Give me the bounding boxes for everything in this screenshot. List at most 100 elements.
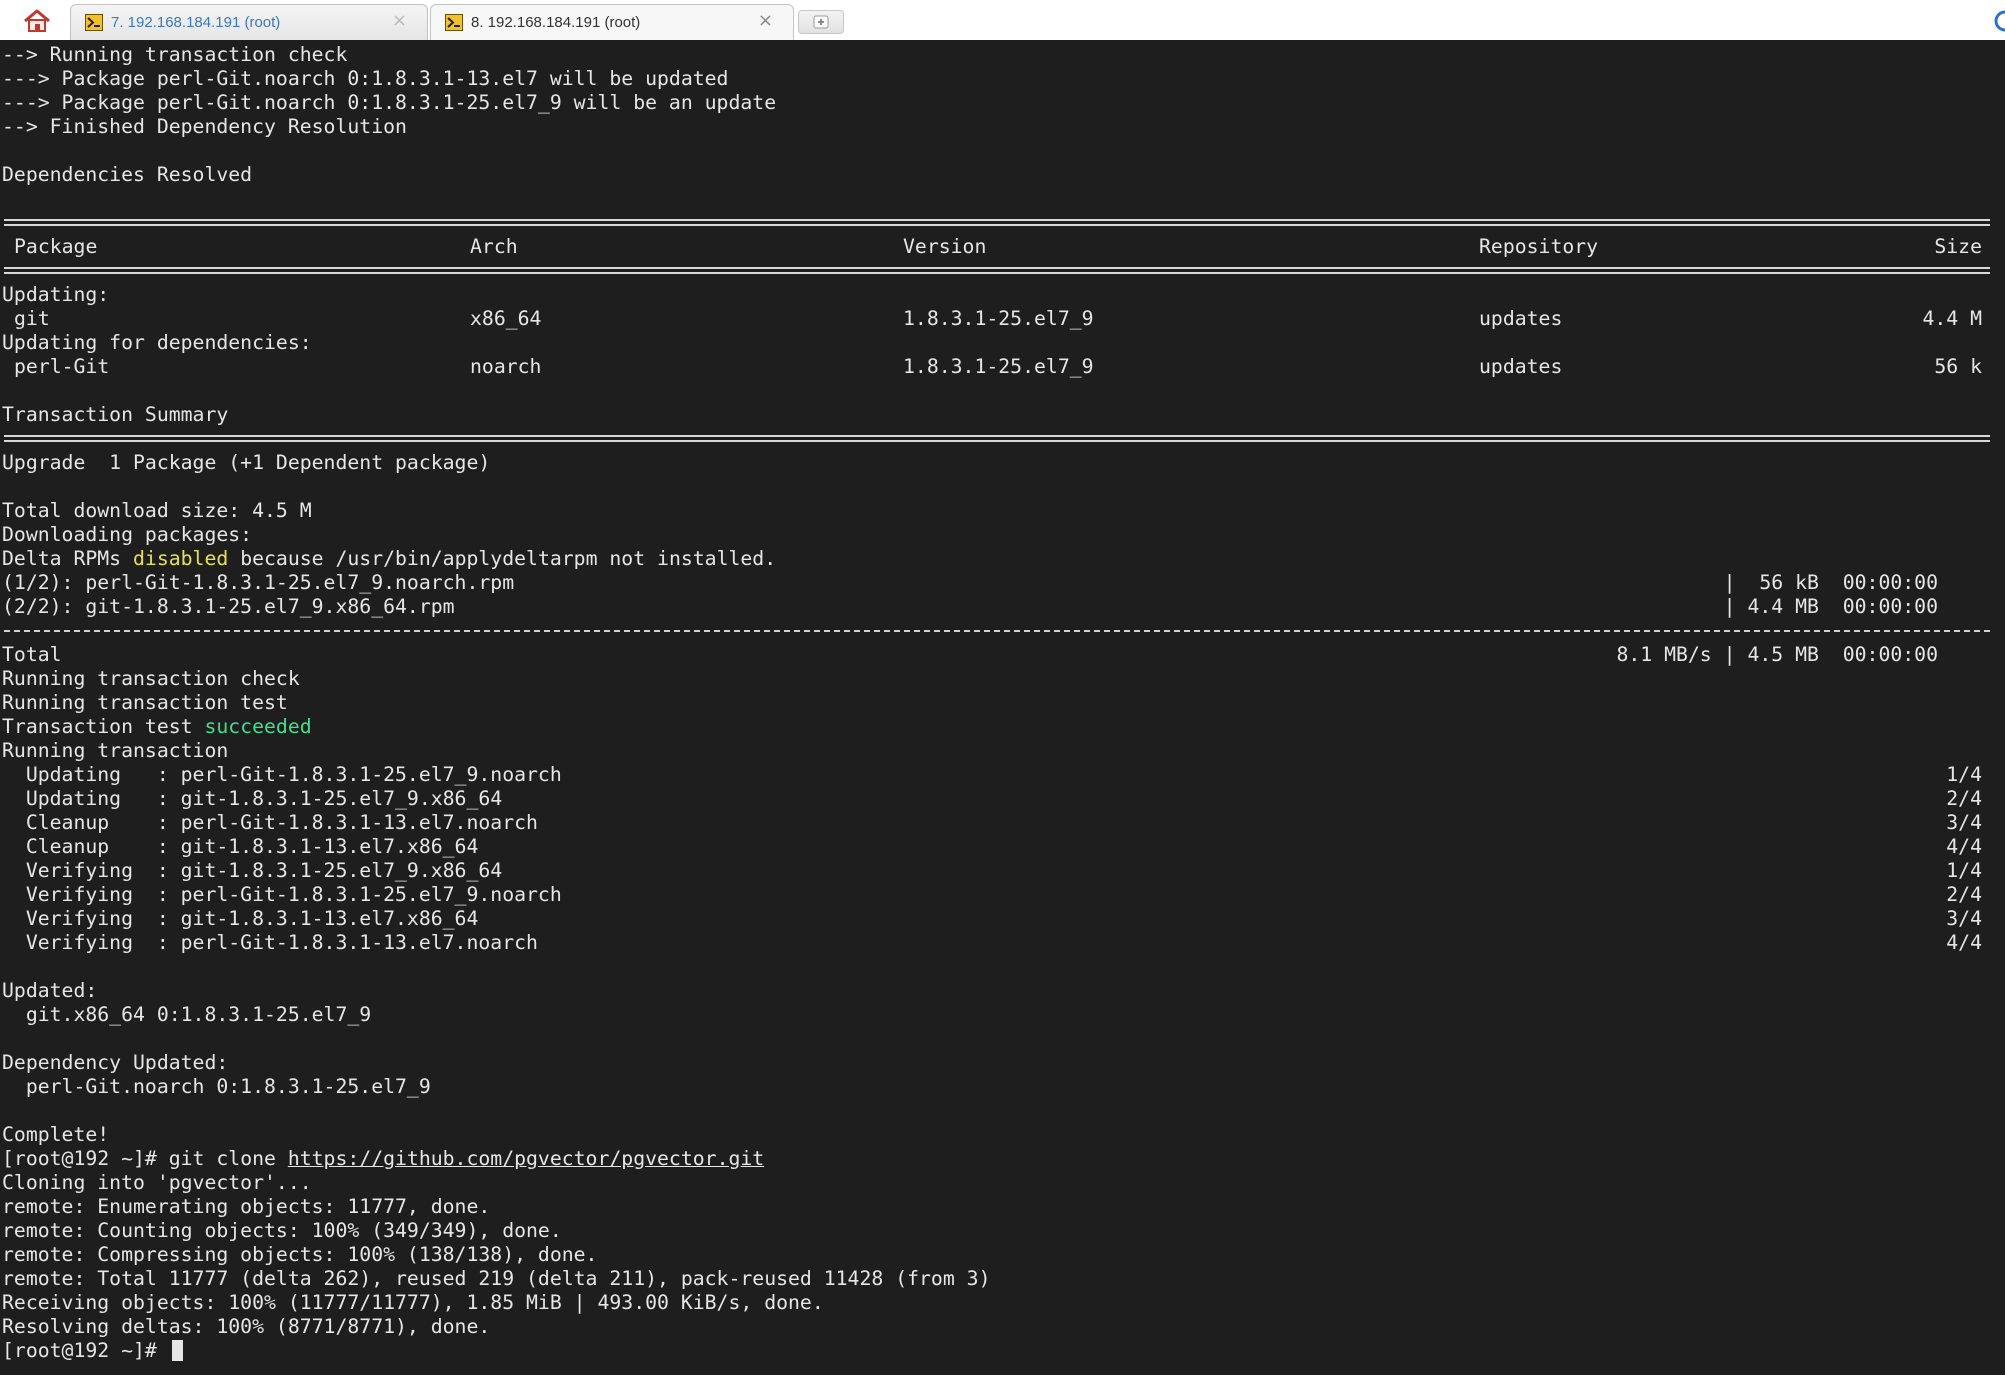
transaction-step: Cleanup : git-1.8.3.1-13.el7.x86_64 4/4 — [2, 835, 2000, 859]
terminal-line: Running transaction — [2, 739, 229, 762]
terminal-line: Delta RPMs disabled because /usr/bin/app… — [2, 547, 2000, 571]
terminal-line: remote: Counting objects: 100% (349/349)… — [2, 1219, 562, 1242]
download-stats: | 56 kB 00:00:00 — [1723, 571, 1938, 594]
group-label: Updating: — [2, 283, 110, 306]
step-text: Verifying : perl-Git-1.8.3.1-25.el7_9.no… — [2, 883, 562, 906]
terminal-line: Total download size: 4.5 M — [2, 499, 312, 522]
terminal-line: Dependencies Resolved — [2, 163, 253, 186]
shell-prompt: [root@192 ~]# — [2, 1147, 169, 1170]
cell-repository: updates — [1479, 355, 1563, 378]
terminal-line: Updated: — [2, 979, 98, 1002]
transaction-step: Verifying : git-1.8.3.1-25.el7_9.x86_64 1… — [2, 859, 2000, 883]
step-count: 2/4 — [1946, 883, 1982, 906]
transaction-step: Verifying : perl-Git-1.8.3.1-25.el7_9.no… — [2, 883, 2000, 907]
download-row: (1/2): perl-Git-1.8.3.1-25.el7_9.noarch.… — [2, 571, 2000, 595]
group-label: Updating for dependencies: — [2, 331, 312, 354]
column-header-version: Version — [903, 235, 987, 258]
terminal-line: Transaction Summary — [2, 403, 229, 426]
plus-icon — [813, 15, 829, 29]
terminal-line: Resolving deltas: 100% (8771/8771), done… — [2, 1315, 491, 1338]
terminal-line: Transaction test succeeded — [2, 715, 2000, 739]
step-text: Cleanup : git-1.8.3.1-13.el7.x86_64 — [2, 835, 479, 858]
delta-status: disabled — [133, 547, 229, 570]
step-count: 2/4 — [1946, 787, 1982, 810]
delta-prefix: Delta RPMs — [2, 547, 134, 570]
cell-arch: x86_64 — [470, 307, 542, 330]
step-text: Verifying : git-1.8.3.1-25.el7_9.x86_64 — [2, 859, 503, 882]
test-status: succeeded — [204, 715, 312, 738]
double-rule — [2, 259, 2000, 283]
tab-label: 7. 192.168.184.191 (root) — [111, 14, 281, 31]
terminal-line: remote: Enumerating objects: 11777, done… — [2, 1195, 491, 1218]
tab-close-button[interactable]: × — [758, 11, 773, 31]
transaction-step: Cleanup : perl-Git-1.8.3.1-13.el7.noarch… — [2, 811, 2000, 835]
terminal-line: remote: Total 11777 (delta 262), reused … — [2, 1267, 991, 1290]
cell-version: 1.8.3.1-25.el7_9 — [903, 355, 1094, 378]
terminal-line: --> Running transaction check — [2, 43, 348, 66]
column-header-arch: Arch — [470, 235, 518, 258]
step-count: 1/4 — [1946, 763, 1982, 786]
tab-session-8[interactable]: 8. 192.168.184.191 (root) × — [430, 4, 794, 40]
download-row: (2/2): git-1.8.3.1-25.el7_9.x86_64.rpm |… — [2, 595, 2000, 619]
cell-arch: noarch — [470, 355, 542, 378]
repo-url-link[interactable]: https://github.com/pgvector/pgvector.git — [288, 1147, 764, 1170]
tab-bar: 7. 192.168.184.191 (root) × 8. 192.168.1… — [0, 0, 2005, 41]
command-text: git clone — [168, 1147, 288, 1170]
table-row: git x86_64 1.8.3.1-25.el7_9 updates 4.4 … — [2, 307, 2000, 331]
column-header-repository: Repository — [1479, 235, 1599, 258]
step-text: Cleanup : perl-Git-1.8.3.1-13.el7.noarch — [2, 811, 538, 834]
terminal-line: git.x86_64 0:1.8.3.1-25.el7_9 — [2, 1003, 372, 1026]
terminal-line: Cloning into 'pgvector'... — [2, 1171, 312, 1194]
terminal-line: Upgrade 1 Package (+1 Dependent package) — [2, 451, 491, 474]
terminal-session-icon — [85, 14, 103, 31]
column-header-size: Size — [1934, 235, 1982, 258]
terminal-line: Dependency Updated: — [2, 1051, 229, 1074]
tab-session-7[interactable]: 7. 192.168.184.191 (root) × — [70, 4, 428, 40]
cell-package: git — [14, 307, 50, 330]
terminal-line: perl-Git.noarch 0:1.8.3.1-25.el7_9 — [2, 1075, 431, 1098]
new-tab-button[interactable] — [798, 10, 844, 34]
cell-size: 4.4 M — [1922, 307, 1982, 330]
double-rule — [2, 211, 2000, 235]
terminal-line: ---> Package perl-Git.noarch 0:1.8.3.1-2… — [2, 91, 777, 114]
home-icon[interactable] — [18, 7, 56, 35]
step-text: Updating : perl-Git-1.8.3.1-25.el7_9.noa… — [2, 763, 562, 786]
download-total-stats: 8.1 MB/s | 4.5 MB 00:00:00 — [1616, 643, 1938, 666]
column-header-package: Package — [14, 235, 98, 258]
command-line: [root@192 ~]# git clone https://github.c… — [2, 1147, 2000, 1171]
transaction-step: Updating : git-1.8.3.1-25.el7_9.x86_64 2/… — [2, 787, 2000, 811]
step-count: 1/4 — [1946, 859, 1982, 882]
terminal-output[interactable]: --> Running transaction check ---> Packa… — [0, 40, 2005, 1375]
step-count: 4/4 — [1946, 931, 1982, 954]
terminal-line: Complete! — [2, 1123, 110, 1146]
test-prefix: Transaction test — [2, 715, 205, 738]
terminal-session-icon — [445, 14, 463, 31]
shell-prompt: [root@192 ~]# — [2, 1339, 169, 1362]
delta-suffix: because /usr/bin/applydeltarpm not insta… — [228, 547, 777, 570]
browser-icon[interactable] — [1994, 10, 2005, 32]
transaction-step: Verifying : git-1.8.3.1-13.el7.x86_64 3/4 — [2, 907, 2000, 931]
download-name: (1/2): perl-Git-1.8.3.1-25.el7_9.noarch.… — [2, 571, 515, 594]
download-total-label: Total — [2, 643, 62, 666]
terminal-line: Receiving objects: 100% (11777/11777), 1… — [2, 1291, 824, 1314]
step-count: 3/4 — [1946, 907, 1982, 930]
command-line[interactable]: [root@192 ~]# — [2, 1339, 2000, 1363]
download-total-row: Total 8.1 MB/s | 4.5 MB 00:00:00 — [2, 643, 2000, 667]
terminal-line: ---> Package perl-Git.noarch 0:1.8.3.1-1… — [2, 67, 729, 90]
step-text: Updating : git-1.8.3.1-25.el7_9.x86_64 — [2, 787, 503, 810]
step-count: 4/4 — [1946, 835, 1982, 858]
terminal-line: remote: Compressing objects: 100% (138/1… — [2, 1243, 598, 1266]
terminal-line: Running transaction check — [2, 667, 300, 690]
cell-repository: updates — [1479, 307, 1563, 330]
tab-close-button[interactable]: × — [392, 11, 407, 31]
download-stats: | 4.4 MB 00:00:00 — [1723, 595, 1938, 618]
transaction-step: Verifying : perl-Git-1.8.3.1-13.el7.noar… — [2, 931, 2000, 955]
step-text: Verifying : git-1.8.3.1-13.el7.x86_64 — [2, 907, 479, 930]
terminal-line: Downloading packages: — [2, 523, 253, 546]
step-text: Verifying : perl-Git-1.8.3.1-13.el7.noar… — [2, 931, 538, 954]
